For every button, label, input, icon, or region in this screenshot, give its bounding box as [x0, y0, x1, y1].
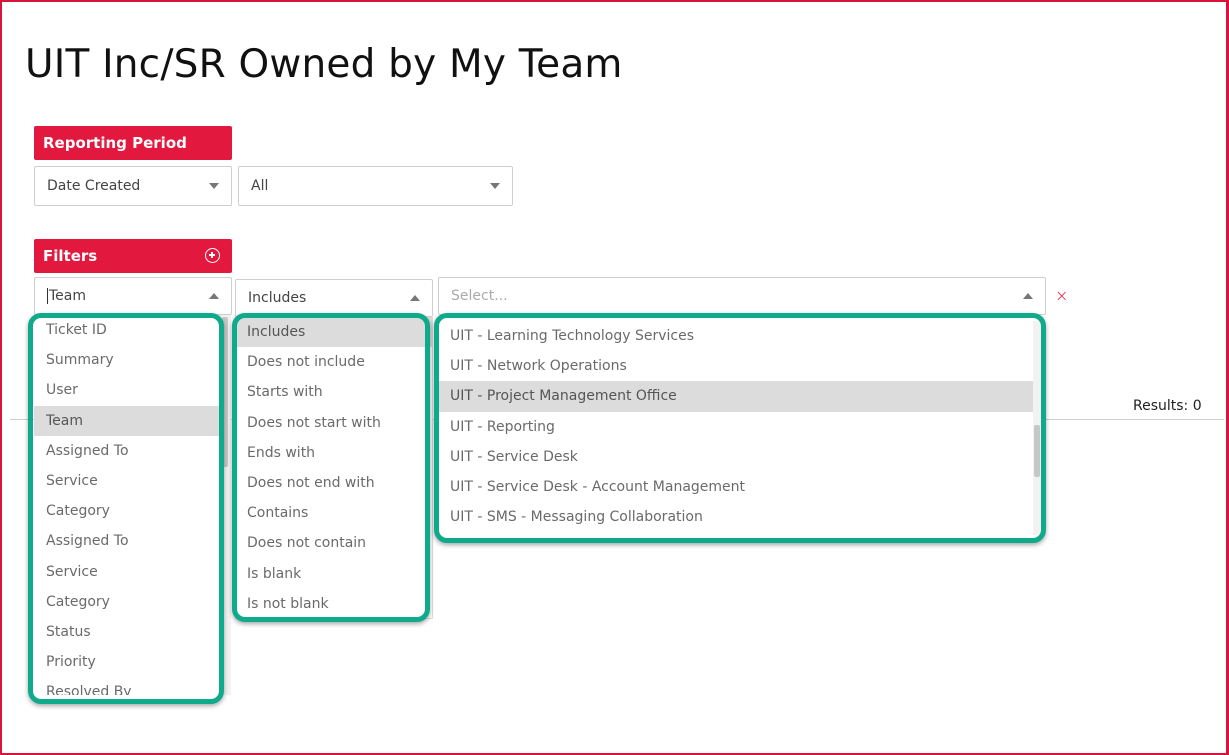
date-field-select[interactable]: Date Created — [34, 166, 232, 206]
value-option[interactable]: UIT - Network Operations — [438, 351, 1045, 381]
chevron-up-icon — [209, 293, 219, 299]
field-option[interactable]: Category — [34, 587, 231, 617]
operator-option[interactable]: Does not include — [235, 347, 432, 377]
reporting-period-header: Reporting Period — [34, 126, 232, 160]
value-list-scrollbar[interactable] — [1033, 321, 1041, 535]
field-options-list[interactable]: Ticket ID Summary User Team Assigned To Servi… — [34, 315, 231, 695]
value-option[interactable]: UIT - Service Desk — [438, 442, 1045, 472]
value-options-list[interactable]: UIT - Learning Technology Services UIT - … — [438, 321, 1045, 537]
filter-field-select[interactable]: Team — [34, 277, 232, 315]
date-range-value: All — [251, 178, 269, 194]
filter-operator-value: Includes — [248, 290, 307, 306]
field-option[interactable]: Assigned To — [34, 526, 231, 556]
value-option[interactable]: UIT - SMS - Messaging Collaboration — [438, 502, 1045, 532]
chevron-up-icon — [410, 295, 420, 301]
text-cursor — [47, 288, 48, 304]
chevron-down-icon — [490, 183, 500, 189]
field-option[interactable]: Status — [34, 617, 231, 647]
reporting-period-label: Reporting Period — [43, 134, 187, 152]
filters-label: Filters — [43, 247, 98, 265]
field-option[interactable]: Service — [34, 466, 231, 496]
field-list-scrollbar[interactable] — [219, 315, 231, 695]
field-option[interactable]: Category — [34, 496, 231, 526]
date-range-select[interactable]: All — [238, 166, 513, 206]
operator-option[interactable]: Starts with — [235, 377, 432, 407]
value-option[interactable]: UIT - Service Desk - Account Management — [438, 472, 1045, 502]
operator-option[interactable]: Does not end with — [235, 468, 432, 498]
filter-value-select[interactable]: Select... — [438, 277, 1046, 315]
field-option[interactable]: Team — [34, 405, 231, 436]
clear-filter-icon[interactable]: × — [1055, 286, 1068, 305]
field-option[interactable]: User — [34, 375, 231, 405]
operator-option[interactable]: Is blank — [235, 559, 432, 589]
filter-field-value: Team — [49, 288, 87, 304]
field-option[interactable]: Resolved By — [34, 677, 231, 695]
results-count: Results: 0 — [1133, 398, 1202, 414]
operator-option[interactable]: Is not blank — [235, 589, 432, 618]
field-list-scroll-thumb[interactable] — [222, 317, 228, 467]
page-title: UIT Inc/SR Owned by My Team — [25, 42, 623, 87]
filters-header: Filters — [34, 239, 232, 273]
operator-options-list[interactable]: Includes Does not include Starts with Does … — [235, 317, 433, 619]
add-filter-icon[interactable] — [205, 248, 220, 263]
operator-option[interactable]: Does not contain — [235, 528, 432, 558]
operator-option[interactable]: Contains — [235, 498, 432, 528]
filter-value-placeholder: Select... — [451, 288, 508, 304]
operator-option[interactable]: Does not start with — [235, 408, 432, 438]
value-list-scroll-thumb[interactable] — [1034, 425, 1040, 477]
chevron-up-icon — [1023, 293, 1033, 299]
value-option[interactable]: UIT - Reporting — [438, 412, 1045, 442]
operator-option[interactable]: Ends with — [235, 438, 432, 468]
field-option[interactable]: Summary — [34, 345, 231, 375]
field-option[interactable]: Assigned To — [34, 436, 231, 466]
value-option[interactable]: UIT - Project Management Office — [438, 381, 1045, 412]
field-option[interactable]: Ticket ID — [34, 315, 231, 345]
chevron-down-icon — [209, 183, 219, 189]
field-option[interactable]: Service — [34, 557, 231, 587]
filter-operator-select[interactable]: Includes — [235, 279, 433, 317]
value-option[interactable]: UIT - Learning Technology Services — [438, 321, 1045, 351]
date-field-value: Date Created — [47, 178, 141, 194]
operator-option[interactable]: Includes — [235, 317, 432, 348]
field-option[interactable]: Priority — [34, 647, 231, 677]
